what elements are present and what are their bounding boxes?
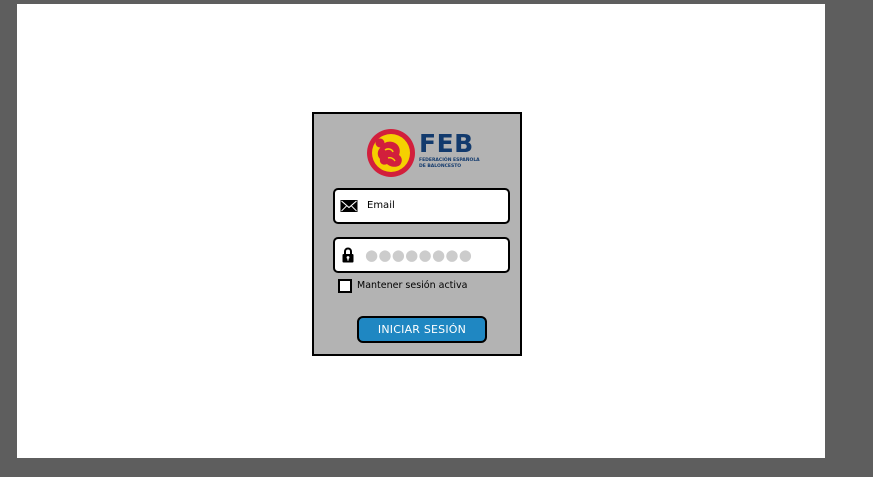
feb-emblem-icon xyxy=(367,129,415,177)
password-masked-value: ●●●●●●●● xyxy=(365,246,473,264)
brand-subtitle: FEDERACIÓN ESPAÑOLA DE BALONCESTO xyxy=(419,158,480,169)
remember-me-label: Mantener sesión activa xyxy=(357,280,468,291)
feb-logo: FEB FEDERACIÓN ESPAÑOLA DE BALONCESTO xyxy=(366,127,486,179)
brand-name: FEB xyxy=(419,129,474,158)
page-canvas: FEB FEDERACIÓN ESPAÑOLA DE BALONCESTO Em… xyxy=(17,4,825,458)
login-card: FEB FEDERACIÓN ESPAÑOLA DE BALONCESTO Em… xyxy=(312,112,522,356)
password-field[interactable]: ●●●●●●●● xyxy=(333,237,510,273)
lock-icon xyxy=(342,247,354,263)
email-placeholder: Email xyxy=(367,200,395,211)
remember-me-checkbox[interactable] xyxy=(338,279,352,293)
login-button[interactable]: INICIAR SESIÓN xyxy=(357,316,487,343)
email-field[interactable]: Email xyxy=(333,188,510,224)
envelope-icon xyxy=(340,200,358,212)
